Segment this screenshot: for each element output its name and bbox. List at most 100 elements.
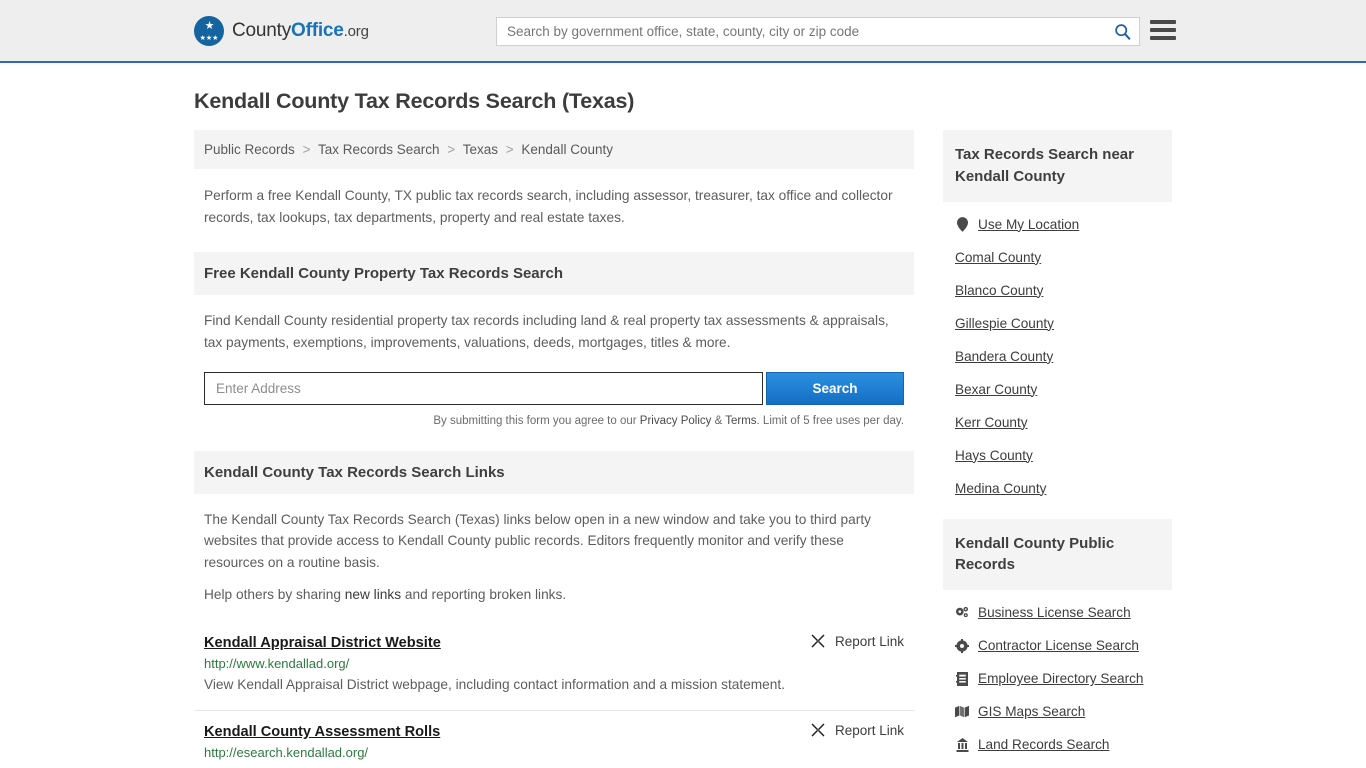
breadcrumb-item-texas[interactable]: Texas [463,142,498,157]
tax-records-link-list: Kendall Appraisal District Website http:… [194,622,914,768]
pin-glyph [956,216,968,232]
hamburger-bar [1150,20,1176,24]
page-intro-text: Perform a free Kendall County, TX public… [204,188,893,225]
page-container: Kendall County Tax Records Search (Texas… [0,89,1366,768]
share-links-line: Help others by sharing new links and rep… [194,573,914,602]
breadcrumb-item-tax-records-search[interactable]: Tax Records Search [318,142,440,157]
address-book-icon [955,671,969,686]
search-glyph [1114,24,1130,40]
gear-icon [955,638,969,653]
sidebar-link-label[interactable]: Business License Search [978,605,1131,620]
sidebar-item-kerr-county[interactable]: Kerr County [955,406,1172,439]
sidebar-item-business-license-search[interactable]: Business License Search [955,596,1172,629]
broken-link-icon [811,635,825,648]
map-glyph [955,705,969,718]
report-link-label: Report Link [834,633,904,649]
sidebar-link-label[interactable]: Kerr County [955,415,1028,430]
public-records-heading: Kendall County Public Records [943,518,1172,590]
link-title[interactable]: Kendall Appraisal District Website [204,635,441,651]
sidebar-item-hays-county[interactable]: Hays County [955,439,1172,472]
property-search-description: Find Kendall County residential property… [204,313,889,350]
hamburger-menu-icon[interactable] [1150,20,1176,40]
hamburger-bar [1150,36,1176,40]
links-section-description: The Kendall County Tax Records Search (T… [204,511,871,570]
privacy-policy-link[interactable]: Privacy Policy [640,415,712,427]
sidebar-link-label[interactable]: Bandera County [955,349,1053,364]
breadcrumb-separator: > [302,142,311,157]
sidebar-item-use-my-location[interactable]: Use My Location [955,208,1172,241]
sidebar-link-label[interactable]: Hays County [955,448,1033,463]
location-pin-icon [955,216,969,232]
gear-glyph [955,638,969,653]
sidebar-link-label[interactable]: Use My Location [978,217,1079,232]
eagle-glyph: ★ [204,19,215,32]
sidebar-link-label[interactable]: GIS Maps Search [978,704,1085,719]
sidebar-link-label[interactable]: Bexar County [955,382,1037,397]
link-url: http://esearch.kendallad.org/ [204,745,369,761]
nearby-counties-list: Use My Location Comal County Blanco Coun… [943,202,1172,505]
stars-glyph: ★★★ [199,34,219,42]
sidebar-item-bandera-county[interactable]: Bandera County [955,340,1172,373]
sidebar-link-label[interactable]: Employee Directory Search [978,671,1143,686]
search-icon[interactable] [1105,18,1139,45]
address-search-button[interactable]: Search [766,371,904,405]
site-logo[interactable]: ★ ★★★ CountyOffice.org [194,15,369,46]
report-link-label: Report Link [834,722,904,738]
page-title: Kendall County Tax Records Search (Texas… [194,89,635,113]
sidebar-link-label[interactable]: Medina County [955,481,1046,496]
address-search-form: Search [204,371,904,405]
sidebar-item-bexar-county[interactable]: Bexar County [955,373,1172,406]
list-item: Kendall County Assessment Rolls http://e… [194,710,914,768]
disclaimer-amp: & [711,414,726,427]
broken-link-icon [811,723,825,737]
content-columns: Public Records > Tax Records Search > Te… [194,130,1172,768]
sidebar-item-land-records-search[interactable]: Land Records Search [955,728,1172,761]
report-link-button[interactable]: Report Link [810,633,904,649]
property-search-heading: Free Kendall County Property Tax Records… [194,252,914,296]
sidebar-item-contractor-license-search[interactable]: Contractor License Search [955,629,1172,662]
public-records-block: Kendall County Public Records Business L… [943,518,1172,762]
search-input[interactable] [497,24,1105,39]
sidebar-link-label[interactable]: Land Records Search [978,737,1109,752]
sidebar-link-label[interactable]: Comal County [955,250,1041,265]
report-link-button[interactable]: Report Link [810,722,904,738]
address-input[interactable] [204,371,764,405]
breadcrumb-separator: > [447,142,456,157]
link-url: http://www.kendallad.org/ [204,656,350,672]
nearby-counties-heading: Tax Records Search near Kendall County [943,130,1172,202]
breadcrumb-separator: > [505,142,514,157]
breadcrumb-item-public-records[interactable]: Public Records [204,142,295,157]
brand-part-org: .org [343,22,369,40]
share-suffix: and reporting broken links. [401,587,567,603]
sidebar-item-gillespie-county[interactable]: Gillespie County [955,307,1172,340]
new-links-link[interactable]: new links [345,587,401,602]
global-search-bar[interactable] [496,17,1140,46]
terms-link[interactable]: Terms [725,415,756,427]
list-item: Kendall Appraisal District Website http:… [194,622,914,710]
sidebar: Tax Records Search near Kendall County U… [943,130,1172,768]
landmark-glyph [956,737,968,752]
main-content: Public Records > Tax Records Search > Te… [194,130,914,768]
cogs-glyph [955,606,969,618]
breadcrumb: Public Records > Tax Records Search > Te… [194,130,914,169]
link-title[interactable]: Kendall County Assessment Rolls [204,724,440,740]
sidebar-item-gis-maps-search[interactable]: GIS Maps Search [955,695,1172,728]
disclaimer-suffix: . Limit of 5 free uses per day. [756,414,904,427]
eagle-emblem-icon: ★ ★★★ [194,15,224,46]
links-section-heading: Kendall County Tax Records Search Links [194,450,914,494]
brand-wordmark: CountyOffice.org [232,20,369,42]
breadcrumb-item-kendall-county[interactable]: Kendall County [521,142,613,157]
sidebar-link-label[interactable]: Blanco County [955,283,1043,298]
link-description: View Kendall Appraisal District webpage,… [204,677,786,693]
sidebar-item-medina-county[interactable]: Medina County [955,472,1172,505]
sidebar-item-comal-county[interactable]: Comal County [955,241,1172,274]
sidebar-item-blanco-county[interactable]: Blanco County [955,274,1172,307]
sidebar-item-employee-directory-search[interactable]: Employee Directory Search [955,662,1172,695]
sidebar-link-label[interactable]: Contractor License Search [978,638,1139,653]
link-description: Search Kendall County property assessmen… [204,763,904,768]
public-records-list: Business License Search Contractor Licen… [943,590,1172,761]
form-disclaimer: By submitting this form you agree to our… [204,415,904,427]
sidebar-link-label[interactable]: Gillespie County [955,316,1054,331]
map-icon [955,705,969,718]
landmark-icon [955,737,969,752]
